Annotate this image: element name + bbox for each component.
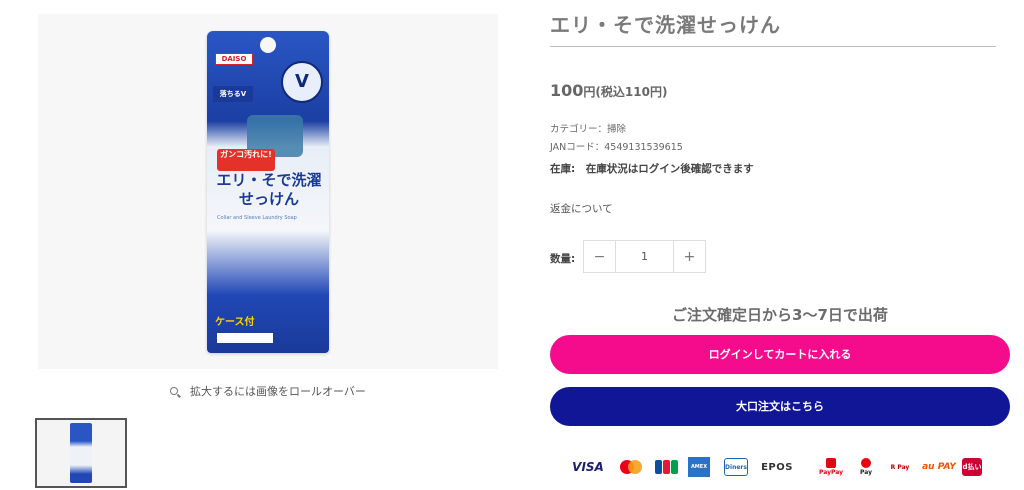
rakuten-pay-icon: R Pay — [890, 463, 910, 471]
package-tag: ガンコ汚れに! — [217, 148, 275, 171]
jcb-icon — [654, 455, 680, 479]
thumbnail-image — [70, 423, 92, 483]
hang-hole — [260, 36, 276, 53]
merpay-icon: Pay — [855, 455, 877, 479]
au-pay-icon: au PAY — [922, 462, 956, 472]
title-divider — [550, 46, 996, 47]
mastercard-icon — [618, 455, 644, 479]
zoom-hint-text: 拡大するには画像をロールオーバー — [190, 385, 366, 398]
amex-icon: AMEX — [688, 457, 710, 477]
zoom-hint: 拡大するには画像をロールオーバー — [38, 383, 498, 399]
quantity-stepper: − 1 + — [583, 240, 706, 273]
paypay-label: PayPay — [818, 469, 844, 476]
product-title: エリ・そで洗濯せっけん — [550, 13, 781, 37]
merpay-label: Pay — [859, 469, 872, 476]
shipping-notice: ご注文確定日から3〜7日で出荷 — [672, 306, 888, 324]
price: 100円(税込110円) — [550, 81, 667, 100]
category-text: カテゴリー：掃除 — [550, 124, 627, 135]
main-product-image[interactable]: DAISO V 落ちるV ガンコ汚れに! エリ・そで洗濯せっけん Collar … — [38, 14, 498, 369]
quantity-input[interactable]: 1 — [615, 241, 674, 272]
jan-code-text: JANコード：4549131539615 — [550, 142, 683, 153]
magnifier-icon — [170, 387, 179, 395]
package-title: エリ・そで洗濯せっけん — [216, 170, 322, 208]
price-value: 100 — [550, 81, 584, 100]
paypay-icon: PayPay — [818, 455, 844, 479]
package-barcode — [217, 332, 273, 343]
visa-icon: VISA — [572, 460, 604, 474]
thumbnail-1[interactable] — [35, 418, 127, 488]
package-badge: 落ちるV — [213, 85, 253, 102]
product-package-image: DAISO V 落ちるV ガンコ汚れに! エリ・そで洗濯せっけん Collar … — [207, 30, 329, 353]
epos-icon: EPOS — [761, 461, 793, 473]
price-suffix: 円(税込110円) — [583, 85, 668, 99]
quantity-decrease-button[interactable]: − — [584, 241, 615, 272]
mascot-icon: V — [281, 60, 323, 103]
package-subtitle: Collar and Sleeve Laundry Soap — [217, 214, 297, 221]
diners-club-icon: Diners — [724, 458, 748, 476]
d-barai-icon: d払い — [962, 458, 982, 476]
payment-methods: VISA AMEX Diners EPOS PayPay Pay R Pay a… — [570, 455, 990, 479]
quantity-label: 数量: — [550, 253, 576, 265]
quantity-increase-button[interactable]: + — [674, 241, 705, 272]
refund-link[interactable]: 返金について — [550, 201, 613, 216]
package-case-label: ケース付 — [215, 316, 255, 328]
stock-status: 在庫: 在庫状況はログイン後確認できます — [550, 163, 754, 175]
brand-logo: DAISO — [215, 52, 253, 65]
login-add-to-cart-button[interactable]: ログインしてカートに入れる — [550, 335, 1010, 374]
bulk-order-button[interactable]: 大口注文はこちら — [550, 387, 1010, 426]
